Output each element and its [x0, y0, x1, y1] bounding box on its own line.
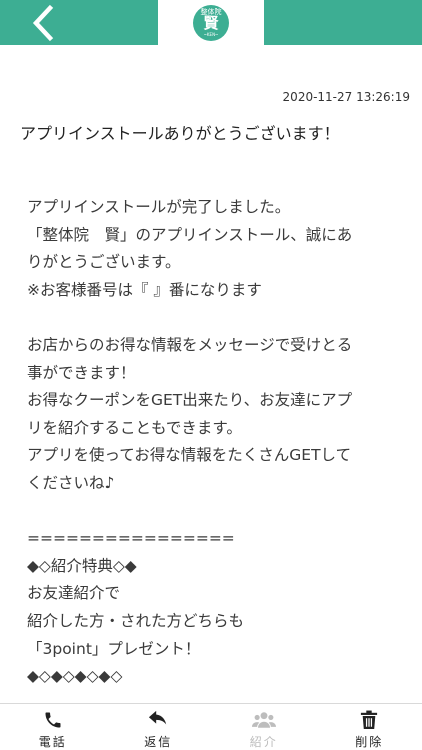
tab-delete[interactable]: 削除	[317, 704, 422, 750]
message-body: アプリインストールが完了しました。 「整体院 賢」のアプリインストール、誠にあ …	[27, 194, 399, 691]
brand-logo: 整体院 賢 ~KEN~	[193, 5, 229, 41]
tab-delete-label: 削除	[355, 735, 384, 749]
message-subject: アプリインストールありがとうございます！	[20, 124, 340, 143]
logo-tab: 整体院 賢 ~KEN~	[158, 0, 264, 45]
body-line: りがとうございます。	[27, 253, 181, 272]
body-line: お得なクーポンをGET出来たり、お友達にアプ	[27, 391, 353, 410]
logo-text-main: 賢	[203, 14, 219, 32]
tab-refer-label: 紹介	[249, 735, 278, 749]
users-icon	[251, 712, 276, 728]
message-timestamp: 2020-11-27 13:26:19	[282, 90, 410, 104]
tab-phone-label: 電話	[38, 735, 67, 749]
body-line: お店からのお得な情報をメッセージで受けとる	[27, 335, 353, 354]
logo-text-bottom: ~KEN~	[203, 32, 219, 37]
body-line: リを紹介することもできます。	[27, 418, 242, 437]
body-line: アプリを使ってお得な情報をたくさんGETして	[27, 446, 352, 465]
body-line: ◆◇紹介特典◇◆	[27, 556, 137, 575]
body-line: 紹介した方・された方どちらも	[27, 611, 245, 630]
tab-reply[interactable]: 返信	[106, 704, 212, 750]
reply-icon	[149, 710, 167, 725]
trash-icon	[361, 710, 378, 729]
body-line: お友達紹介で	[27, 584, 121, 603]
body-line: アプリインストールが完了しました。	[27, 198, 291, 216]
tab-phone[interactable]: 電話	[0, 704, 106, 750]
body-line: くださいね♪	[27, 473, 115, 492]
app-header: 整体院 賢 ~KEN~	[0, 0, 422, 45]
body-line: ◆◇◆◇◆◇◆◇	[27, 667, 123, 686]
body-line: ================	[27, 529, 235, 548]
chevron-left-icon	[32, 4, 54, 42]
body-line	[27, 498, 399, 526]
tab-refer[interactable]: 紹介	[211, 704, 317, 750]
phone-icon	[45, 712, 61, 728]
bottom-tab-bar: 電話 返信 紹介 削除	[0, 703, 422, 750]
body-line: ※お客様番号は『 』番になります	[27, 280, 262, 299]
body-line: 事ができます！	[27, 363, 136, 382]
back-button[interactable]	[22, 4, 66, 42]
body-line: 「3point」プレゼント！	[27, 639, 201, 658]
body-line: 「整体院 賢」のアプリインストール、誠にあ	[27, 225, 353, 244]
tab-reply-label: 返信	[144, 735, 173, 749]
body-line	[27, 304, 399, 332]
